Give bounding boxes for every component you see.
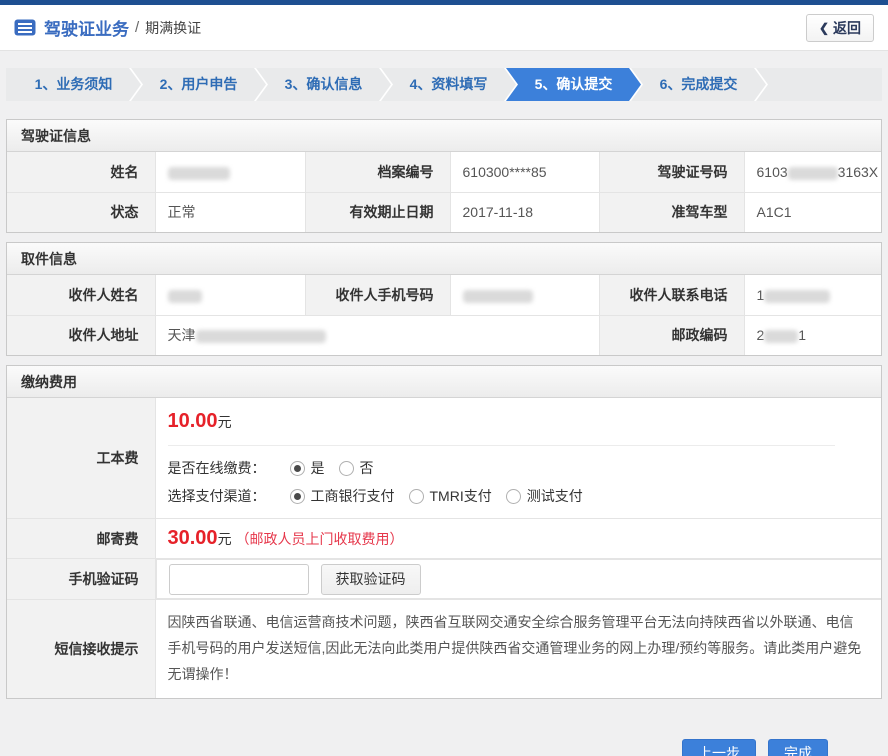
step-5-active[interactable]: 5、确认提交 (506, 68, 641, 101)
back-button-label: 返回 (833, 18, 861, 38)
license-info-panel: 驾驶证信息 姓名 档案编号 610300****85 驾驶证号码 6103316… (6, 119, 882, 233)
postage-unit: 元 (218, 531, 232, 547)
mobile-value (450, 275, 599, 315)
redacted-mobile (463, 290, 533, 303)
recipient-name-label: 收件人姓名 (7, 275, 155, 315)
fee-label: 工本费 (7, 398, 155, 519)
payment-panel: 缴纳费用 工本费 10.00元 是否在线缴费： 是 否 (6, 365, 882, 699)
radio-channel-tmri[interactable] (409, 489, 424, 504)
get-captcha-button[interactable]: 获取验证码 (321, 564, 421, 595)
captcha-input[interactable] (169, 564, 309, 595)
name-value (155, 152, 305, 192)
phone-value: 1 (744, 275, 881, 315)
postage-note: （邮政人员上门收取费用） (235, 531, 403, 547)
wizard-steps: 1、业务须知 2、用户申告 3、确认信息 4、资料填写 5、确认提交 6、完成提… (6, 68, 882, 101)
back-button[interactable]: ❮ 返回 (806, 14, 874, 42)
table-row: 收件人地址 天津 邮政编码 21 (7, 315, 881, 355)
step-3[interactable]: 3、确认信息 (256, 68, 391, 101)
breadcrumb-current: 期满换证 (145, 18, 201, 38)
redacted-phone (764, 290, 830, 303)
radio-channel-test[interactable] (506, 489, 521, 504)
table-row: 收件人姓名 收件人手机号码 收件人联系电话 1 (7, 275, 881, 315)
footer-actions: 上一步 完成 (0, 739, 828, 756)
captcha-cell: 获取验证码 (156, 559, 882, 599)
sms-hint-label: 短信接收提示 (7, 600, 155, 698)
radio-online-no[interactable] (339, 461, 354, 476)
name-label: 姓名 (7, 152, 155, 192)
table-row: 邮寄费 30.00元 （邮政人员上门收取费用） (7, 519, 881, 559)
channel-test-label[interactable]: 测试支付 (527, 486, 583, 506)
table-row: 工本费 10.00元 是否在线缴费： 是 否 选择支付渠道： (7, 398, 881, 519)
redacted-postcode (764, 330, 798, 343)
back-chevron-icon: ❮ (819, 21, 829, 35)
payment-title: 缴纳费用 (7, 366, 881, 398)
step-6[interactable]: 6、完成提交 (631, 68, 766, 101)
vehicle-label: 准驾车型 (599, 192, 744, 232)
postage-cell: 30.00元 （邮政人员上门收取费用） (155, 519, 881, 559)
pickup-info-title: 取件信息 (7, 243, 881, 275)
postcode-label: 邮政编码 (599, 315, 744, 355)
fee-unit: 元 (218, 414, 232, 430)
address-value: 天津 (155, 315, 599, 355)
payment-table: 工本费 10.00元 是否在线缴费： 是 否 选择支付渠道： (7, 398, 881, 698)
breadcrumb-separator: / (135, 19, 139, 36)
pickup-info-table: 收件人姓名 收件人手机号码 收件人联系电话 1 收件人地址 天津 邮政编码 21 (7, 275, 881, 355)
expiry-value: 2017-11-18 (450, 192, 599, 232)
table-row: 状态 正常 有效期止日期 2017-11-18 准驾车型 A1C1 (7, 192, 881, 232)
file-no-label: 档案编号 (305, 152, 450, 192)
online-pay-label: 是否在线缴费： (168, 458, 266, 478)
fee-amount: 10.00 (168, 410, 218, 432)
license-info-table: 姓名 档案编号 610300****85 驾驶证号码 61033163X 状态 … (7, 152, 881, 232)
online-no-label[interactable]: 否 (360, 458, 374, 478)
radio-online-yes[interactable] (290, 461, 305, 476)
license-no-label: 驾驶证号码 (599, 152, 744, 192)
prev-step-button[interactable]: 上一步 (682, 739, 756, 756)
online-yes-label[interactable]: 是 (311, 458, 325, 478)
stepbar-filler (756, 68, 882, 101)
finish-button[interactable]: 完成 (768, 739, 828, 756)
redacted-recipient-name (168, 290, 202, 303)
page-title: 驾驶证业务 (44, 15, 129, 40)
step-4[interactable]: 4、资料填写 (381, 68, 516, 101)
recipient-name-value (155, 275, 305, 315)
radio-channel-icbc[interactable] (290, 489, 305, 504)
pay-channel-row: 选择支付渠道： 工商银行支付 TMRI支付 测试支付 (168, 486, 866, 506)
form-list-icon (14, 19, 36, 36)
mobile-label: 收件人手机号码 (305, 275, 450, 315)
pickup-info-panel: 取件信息 收件人姓名 收件人手机号码 收件人联系电话 1 收件人地址 天津 邮政… (6, 242, 882, 356)
status-value: 正常 (155, 192, 305, 232)
phone-label: 收件人联系电话 (599, 275, 744, 315)
channel-tmri-label[interactable]: TMRI支付 (430, 486, 492, 506)
postcode-value: 21 (744, 315, 881, 355)
vehicle-value: A1C1 (744, 192, 881, 232)
table-row: 手机验证码 获取验证码 (7, 559, 881, 600)
license-info-title: 驾驶证信息 (7, 120, 881, 152)
table-row: 姓名 档案编号 610300****85 驾驶证号码 61033163X (7, 152, 881, 192)
channel-icbc-label[interactable]: 工商银行支付 (311, 486, 395, 506)
postage-label: 邮寄费 (7, 519, 155, 559)
postage-amount: 30.00 (168, 527, 218, 549)
fee-cell: 10.00元 是否在线缴费： 是 否 选择支付渠道： 工商银行支付 (155, 398, 881, 519)
address-label: 收件人地址 (7, 315, 155, 355)
file-no-value: 610300****85 (450, 152, 599, 192)
page-header: 驾驶证业务 / 期满换证 ❮ 返回 (0, 5, 888, 51)
pay-channel-label: 选择支付渠道： (168, 486, 266, 506)
fee-amount-line: 10.00元 (168, 410, 836, 446)
online-pay-row: 是否在线缴费： 是 否 (168, 458, 866, 478)
expiry-label: 有效期止日期 (305, 192, 450, 232)
step-1[interactable]: 1、业务须知 (6, 68, 141, 101)
redacted-address (196, 330, 326, 343)
table-row: 短信接收提示 因陕西省联通、电信运营商技术问题，陕西省互联网交通安全综合服务管理… (7, 600, 881, 698)
redacted-name (168, 167, 230, 180)
captcha-label: 手机验证码 (7, 559, 155, 600)
license-no-value: 61033163X (744, 152, 881, 192)
page: 驾驶证业务 / 期满换证 ❮ 返回 1、业务须知 2、用户申告 3、确认信息 4… (0, 0, 888, 756)
step-2[interactable]: 2、用户申告 (131, 68, 266, 101)
sms-hint-text: 因陕西省联通、电信运营商技术问题，陕西省互联网交通安全综合服务管理平台无法向持陕… (155, 600, 881, 698)
redacted-license-digits (788, 167, 838, 180)
status-label: 状态 (7, 192, 155, 232)
